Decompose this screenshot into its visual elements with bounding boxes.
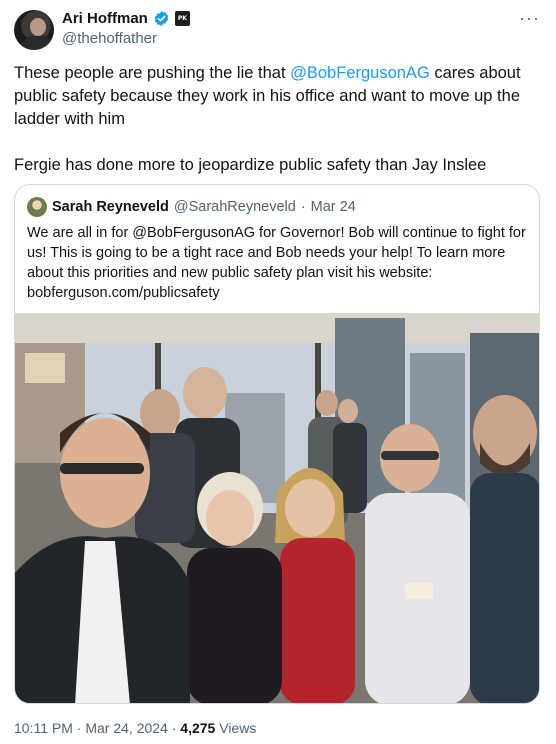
tweet-paragraph-1: These people are pushing the lie that @B…	[14, 62, 534, 131]
avatar-body	[22, 36, 54, 50]
quoted-text: We are all in for @BobFergusonAG for Gov…	[27, 225, 526, 301]
footer-dot-1: ·	[76, 720, 82, 736]
author-handle[interactable]: @thehoffather	[62, 30, 157, 47]
group-photo[interactable]	[15, 313, 539, 703]
tweet-paragraph-2: Fergie has done more to jeopardize publi…	[14, 156, 487, 174]
author-name-row: Ari Hoffman PK	[62, 10, 190, 27]
more-options-icon[interactable]: ···	[519, 8, 540, 29]
affiliate-badge-icon[interactable]: PK	[174, 11, 190, 26]
tweet-text-prefix: These people are pushing the lie that	[14, 64, 291, 82]
views-count[interactable]: 4,275	[180, 720, 215, 736]
quoted-handle[interactable]: @SarahReyneveld	[174, 199, 296, 215]
tweet-body: These people are pushing the lie that @B…	[14, 62, 534, 177]
quoted-avatar[interactable]	[27, 197, 47, 217]
mention-link[interactable]: @BobFergusonAG	[290, 64, 430, 82]
tweet-time[interactable]: 10:11 PM	[14, 720, 73, 736]
quoted-separator: ·	[300, 199, 306, 215]
quoted-display-name[interactable]: Sarah Reyneveld	[52, 199, 169, 215]
group-photo-illustration	[15, 313, 539, 703]
author-avatar[interactable]	[14, 10, 54, 50]
quoted-tweet-card[interactable]: Sarah Reyneveld @SarahReyneveld · Mar 24…	[14, 184, 540, 704]
quoted-date[interactable]: Mar 24	[311, 199, 356, 215]
author-display-name[interactable]: Ari Hoffman	[62, 10, 148, 27]
views-label: Views	[219, 720, 257, 736]
footer-dot-2: ·	[171, 720, 177, 736]
tweet-date[interactable]: Mar 24, 2024	[85, 720, 168, 736]
quoted-header: Sarah Reyneveld @SarahReyneveld · Mar 24	[27, 197, 356, 217]
verified-badge-icon	[154, 11, 169, 26]
avatar-face	[30, 18, 46, 36]
tweet-footer: 10:11 PM · Mar 24, 2024 · 4,275 Views	[14, 720, 256, 736]
